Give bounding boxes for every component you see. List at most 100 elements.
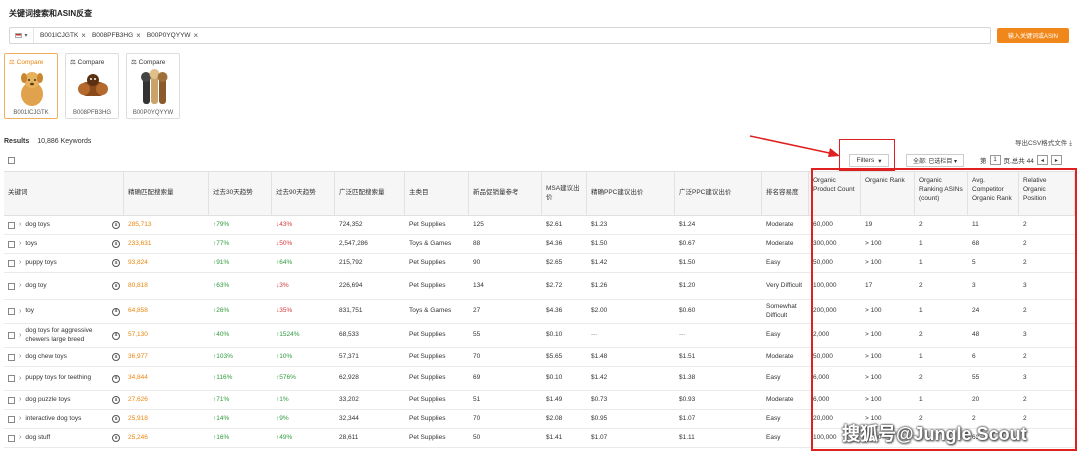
- header-keyword[interactable]: 关键词: [4, 172, 124, 215]
- cell-exact-search-volume: 34,844: [128, 374, 148, 382]
- close-icon[interactable]: ×: [136, 31, 141, 40]
- header-broad-search-volume[interactable]: 广泛匹配搜索量: [335, 172, 405, 215]
- compare-toggle[interactable]: ⚖ Compare: [9, 58, 43, 66]
- row-checkbox[interactable]: [8, 353, 15, 361]
- chevron-right-icon[interactable]: ›: [19, 281, 21, 290]
- amazon-link-icon[interactable]: a: [112, 434, 120, 442]
- row-checkbox[interactable]: [8, 221, 15, 229]
- product-card[interactable]: ⚖ Compare B008PFB3HG: [65, 53, 119, 119]
- asin-tag[interactable]: B008PFB3HG ×: [92, 31, 141, 40]
- chevron-right-icon[interactable]: ›: [19, 220, 21, 229]
- column-select[interactable]: 全部: 已选栏目 ▾: [906, 154, 964, 167]
- row-checkbox[interactable]: [8, 396, 15, 404]
- cell-exact-ppc-bid: $1.50: [591, 239, 608, 247]
- product-image: [13, 68, 51, 108]
- table-row[interactable]: › dog toy a 80,818 ↑63% ↓3% 226,694 Pet Supplie…: [4, 273, 1075, 300]
- table-row[interactable]: › toys a 233,631 ↑77% ↓50% 2,547,286 Toys & Gam…: [4, 235, 1075, 254]
- search-asin-button[interactable]: 输入关键词或ASIN: [997, 28, 1069, 43]
- cell-category: Pet Supplies: [409, 374, 446, 382]
- cell-organic-ranking-asins: 1: [919, 239, 923, 247]
- header-organic-ranking-asins[interactable]: Organic Ranking ASINs (count): [915, 172, 968, 215]
- row-checkbox[interactable]: [8, 308, 15, 315]
- close-icon[interactable]: ×: [194, 31, 199, 40]
- amazon-link-icon[interactable]: a: [112, 259, 120, 267]
- compare-toggle[interactable]: ⚖ Compare: [70, 58, 104, 66]
- header-exact-search-volume[interactable]: 精确匹配搜索量: [124, 172, 209, 215]
- cell-organic-rank: 19: [865, 220, 873, 228]
- row-checkbox[interactable]: [8, 375, 15, 382]
- header-broad-ppc-bid[interactable]: 广泛PPC建议出价: [675, 172, 762, 215]
- select-all-checkbox[interactable]: [8, 157, 15, 164]
- table-row[interactable]: › dog chew toys a 36,977 ↑103% ↑10% 57,371 Pet …: [4, 348, 1075, 367]
- cell-exact-ppc-bid: $1.48: [591, 352, 608, 360]
- prev-page-button[interactable]: ◂: [1036, 155, 1048, 165]
- chevron-right-icon[interactable]: ›: [19, 352, 21, 361]
- keyword-asin-search-box[interactable]: ▾ B001ICJGTK × B008PFB3HG × B00P0YQYYW ×: [9, 27, 991, 44]
- amazon-link-icon[interactable]: a: [112, 240, 120, 248]
- cell-organic-ranking-asins: 1: [919, 352, 923, 360]
- header-category[interactable]: 主类目: [405, 172, 469, 215]
- chevron-right-icon[interactable]: ›: [19, 414, 21, 423]
- chevron-right-icon[interactable]: ›: [19, 433, 21, 442]
- row-checkbox[interactable]: [8, 415, 15, 423]
- amazon-link-icon[interactable]: a: [112, 307, 120, 316]
- amazon-link-icon[interactable]: a: [112, 374, 120, 383]
- table-row[interactable]: › dog toys for aggressive chewers large b…: [4, 324, 1075, 348]
- export-csv-link[interactable]: 导出CSV格式文件 ⤓: [1015, 137, 1072, 148]
- amazon-link-icon[interactable]: a: [112, 353, 120, 361]
- header-trend-90d[interactable]: 过去90天趋势: [272, 172, 335, 215]
- product-card[interactable]: ⚖ Compare B001ICJGTK: [4, 53, 58, 119]
- table-row[interactable]: › puppy toys a 93,824 ↑91% ↑64% 215,792 Pet Sup…: [4, 254, 1075, 273]
- table-row[interactable]: › toy a 64,858 ↑26% ↓35% 831,751 Toys & Games 27…: [4, 300, 1075, 324]
- row-checkbox[interactable]: [8, 434, 15, 442]
- header-relative-organic-position[interactable]: Relative Organic Position: [1019, 172, 1075, 215]
- cell-promo-units: 69: [473, 374, 481, 382]
- close-icon[interactable]: ×: [81, 31, 86, 40]
- cell-ranking-ease: Easy: [766, 374, 781, 382]
- table-row[interactable]: › dog toys a 285,713 ↑79% ↓43% 724,352 Pet Supp…: [4, 216, 1075, 235]
- header-avg-competitor-organic-rank[interactable]: Avg. Competitor Organic Rank: [968, 172, 1019, 215]
- header-ranking-ease[interactable]: 排名容易度: [762, 172, 809, 215]
- header-exact-ppc-bid[interactable]: 精确PPC建议出价: [587, 172, 675, 215]
- chevron-right-icon[interactable]: ›: [19, 239, 21, 248]
- keyword-cell: › dog chew toys a: [4, 348, 124, 366]
- keyword-cell: › interactive dog toys a: [4, 410, 124, 428]
- table-row[interactable]: › dog puzzle toys a 27,626 ↑71% ↑1% 33,202 Pet …: [4, 391, 1075, 410]
- cell-ranking-ease: Easy: [766, 258, 781, 266]
- cell-ranking-ease: Moderate: [766, 220, 794, 228]
- chevron-right-icon[interactable]: ›: [19, 331, 21, 340]
- cell-category: Pet Supplies: [409, 352, 446, 360]
- amazon-link-icon[interactable]: a: [112, 282, 120, 290]
- page-number-input[interactable]: 1: [989, 155, 1001, 165]
- header-trend-30d[interactable]: 过去30天趋势: [209, 172, 272, 215]
- asin-tag[interactable]: B001ICJGTK ×: [40, 31, 86, 40]
- asin-tag[interactable]: B00P0YQYYW ×: [147, 31, 198, 40]
- cell-exact-ppc-bid: $1.42: [591, 258, 608, 266]
- next-page-button[interactable]: ▸: [1050, 155, 1062, 165]
- chevron-right-icon[interactable]: ›: [19, 258, 21, 267]
- row-checkbox[interactable]: [8, 332, 15, 339]
- table-row[interactable]: › puppy toys for teething a 34,844 ↑116% ↑576…: [4, 367, 1075, 391]
- row-checkbox[interactable]: [8, 240, 15, 248]
- filters-button[interactable]: Filters ▾: [849, 154, 889, 167]
- amazon-link-icon[interactable]: a: [112, 415, 120, 423]
- chevron-right-icon[interactable]: ›: [19, 307, 21, 316]
- product-card[interactable]: ⚖ Compare B00P0YQYYW: [126, 53, 180, 119]
- amazon-link-icon[interactable]: a: [112, 396, 120, 404]
- header-msa-bid[interactable]: MSA建议出价: [542, 172, 587, 215]
- amazon-link-icon[interactable]: a: [112, 221, 120, 229]
- country-selector[interactable]: ▾: [10, 28, 34, 43]
- header-promo-units[interactable]: 新品促销量参考: [469, 172, 542, 215]
- row-checkbox[interactable]: [8, 259, 15, 267]
- cell-broad-ppc-bid: $0.93: [679, 395, 696, 403]
- cell-promo-units: 70: [473, 414, 481, 422]
- header-organic-rank[interactable]: Organic Rank: [861, 172, 915, 215]
- row-checkbox[interactable]: [8, 282, 15, 290]
- amazon-link-icon[interactable]: a: [112, 331, 120, 340]
- compare-toggle[interactable]: ⚖ Compare: [131, 58, 165, 66]
- chevron-right-icon[interactable]: ›: [19, 374, 21, 383]
- header-organic-product-count[interactable]: Organic Product Count: [809, 172, 861, 215]
- cell-category: Toys & Games: [409, 239, 452, 247]
- chevron-right-icon[interactable]: ›: [19, 395, 21, 404]
- keyword-cell: › puppy toys for teething a: [4, 367, 124, 390]
